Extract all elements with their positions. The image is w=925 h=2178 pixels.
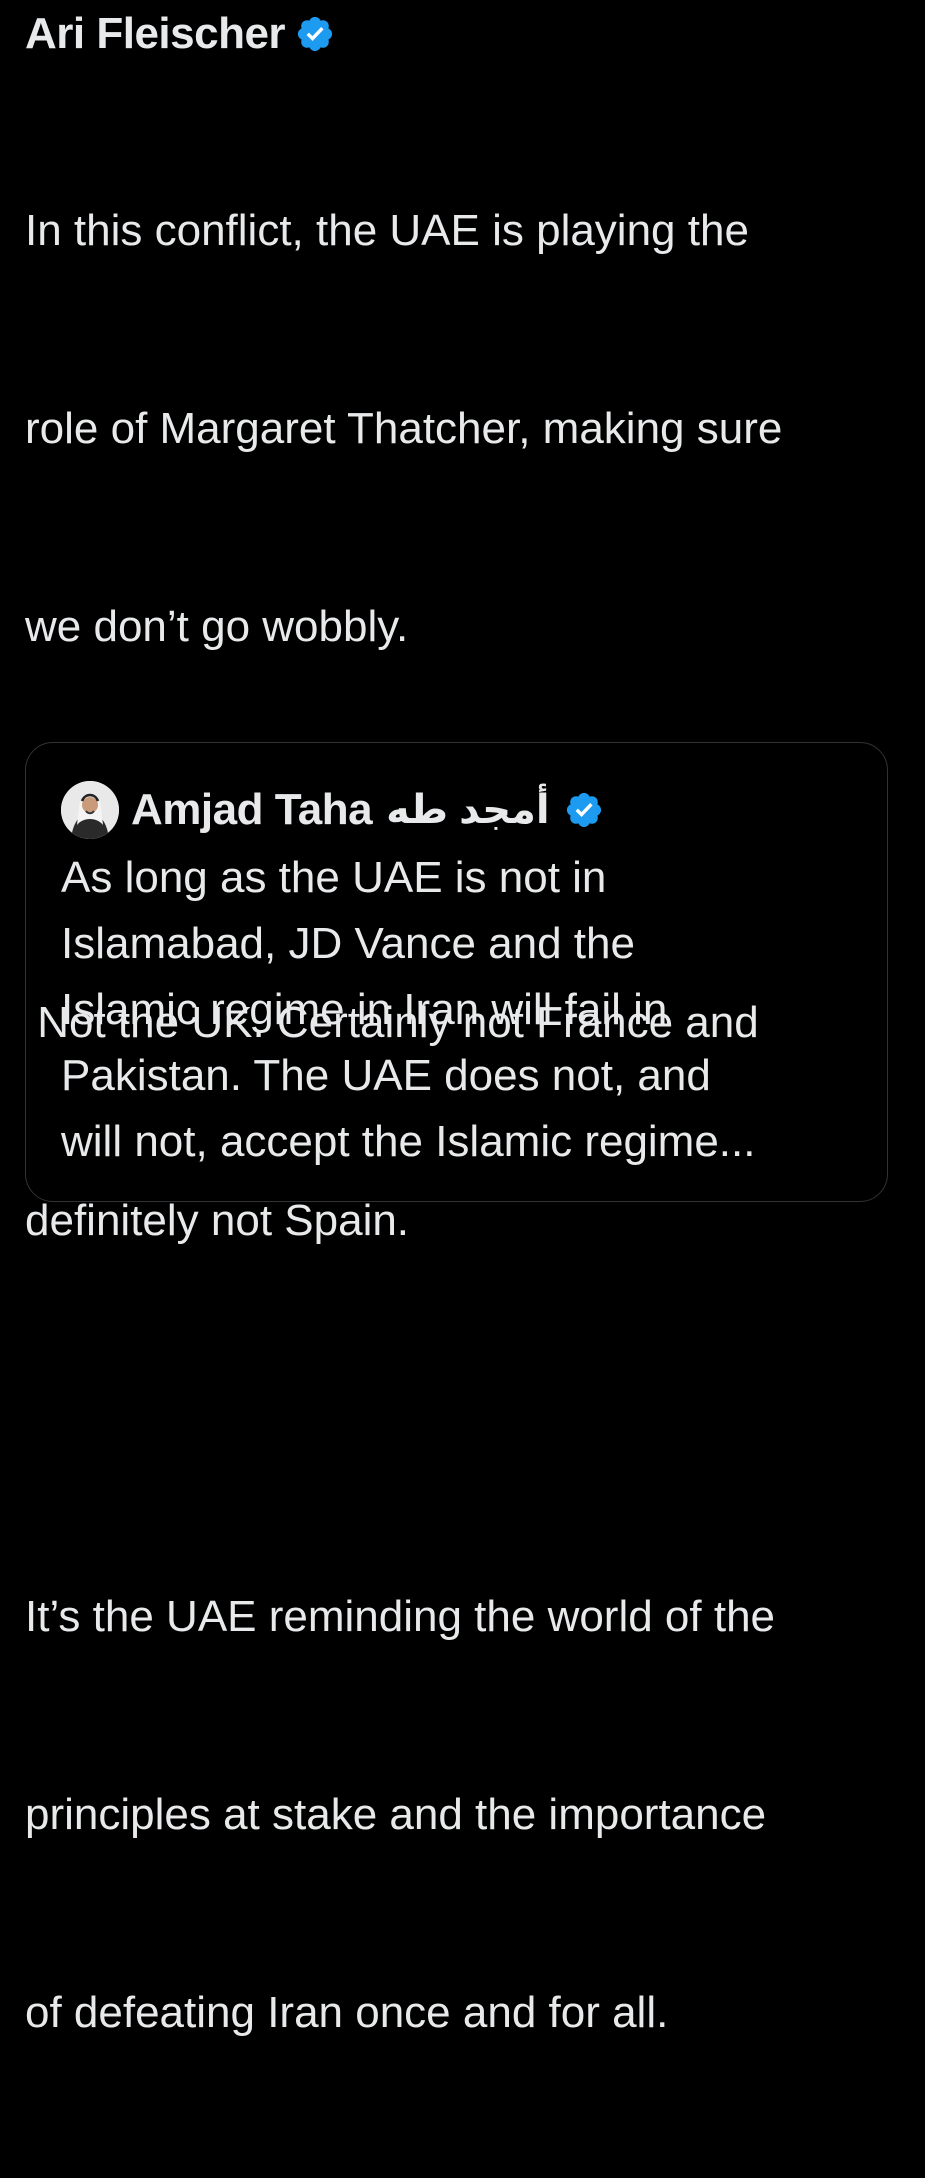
quoted-post-line: As long as the UAE is not in — [61, 853, 607, 902]
quoted-author-name[interactable]: Amjad Taha — [131, 785, 373, 835]
post-author-name[interactable]: Ari Fleischer — [25, 9, 286, 59]
post-line: In this conflict, the UAE is playing the — [25, 206, 749, 255]
quoted-post-line: Pakistan. The UAE does not, and — [61, 1051, 711, 1100]
post-line: we don’t go wobbly. — [25, 602, 409, 651]
quoted-author-name-arabic[interactable]: أمجد طه — [386, 787, 549, 833]
quoted-post-header: Amjad Taha أمجد طه — [61, 781, 604, 839]
post-line: role of Margaret Thatcher, making sure — [25, 404, 783, 453]
post-line: It’s the UAE reminding the world of the — [25, 1592, 776, 1641]
avatar[interactable] — [61, 781, 119, 839]
quoted-post-body: As long as the UAE is not in Islamabad, … — [61, 845, 861, 1175]
post-line: principles at stake and the importance — [25, 1790, 767, 1839]
quoted-post-line: Islamic regime in Iran will fail in — [61, 985, 668, 1034]
quoted-post-line: will not, accept the Islamic regime... — [61, 1117, 756, 1166]
post-line: of defeating Iran once and for all. — [25, 1988, 669, 2037]
verified-badge-icon — [295, 14, 335, 54]
post-author-row: Ari Fleischer — [25, 8, 905, 60]
quoted-post-card[interactable]: Amjad Taha أمجد طه As long as the UAE is… — [25, 742, 888, 1202]
quoted-post-line: Islamabad, JD Vance and the — [61, 919, 635, 968]
verified-badge-icon — [564, 790, 604, 830]
